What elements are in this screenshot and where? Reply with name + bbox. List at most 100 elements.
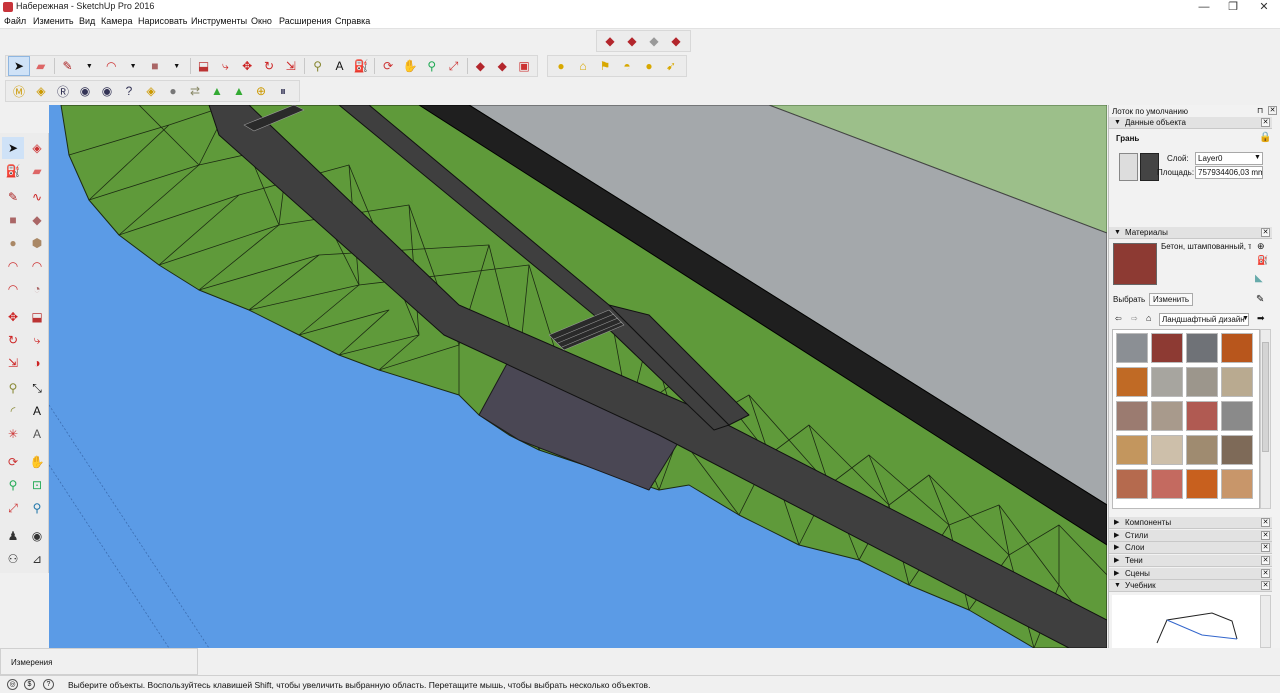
protractor-icon[interactable]: ◜ <box>2 400 24 422</box>
plugin-r-icon[interactable]: Ⓡ <box>52 81 74 101</box>
zoom-extents-icon[interactable]: ⤢ <box>443 56 465 76</box>
orbit-icon[interactable]: ⟳ <box>2 451 24 473</box>
panel-close-icon[interactable]: ✕ <box>1261 518 1270 527</box>
material-swatch[interactable] <box>1116 435 1148 465</box>
paint-bucket-icon[interactable]: ⛽ <box>350 56 372 76</box>
panel-close-icon[interactable]: ✕ <box>1261 569 1270 578</box>
material-swatch[interactable] <box>1116 401 1148 431</box>
menu-draw[interactable]: Нарисовать <box>138 16 187 26</box>
pan-hand-icon[interactable]: ✋ <box>26 451 48 473</box>
text-label-icon[interactable]: A <box>329 56 351 76</box>
tab-edit[interactable]: Изменить <box>1149 293 1194 306</box>
material-swatch[interactable] <box>1116 333 1148 363</box>
menu-window[interactable]: Окно <box>251 16 272 26</box>
select-arrow-icon[interactable]: ➤ <box>2 137 24 159</box>
help-question-icon[interactable]: ? <box>43 679 54 690</box>
menu-camera[interactable]: Камера <box>101 16 132 26</box>
home-icon[interactable]: ⌂ <box>1146 313 1151 323</box>
offset-icon[interactable]: ◑ <box>26 352 48 374</box>
material-swatch[interactable] <box>1186 367 1218 397</box>
eraser-icon[interactable]: ▰ <box>30 56 52 76</box>
layout-send-icon[interactable]: ▣ <box>513 56 535 76</box>
minimize-button[interactable]: — <box>1190 0 1218 14</box>
zoom-icon[interactable]: ⚲ <box>2 474 24 496</box>
menu-file[interactable]: Файл <box>4 16 26 26</box>
lock-icon[interactable]: 🔒 <box>1259 132 1271 143</box>
rectangle-icon[interactable]: ■ <box>144 56 166 76</box>
menu-view[interactable]: Вид <box>79 16 95 26</box>
dome-icon[interactable]: ◓ <box>616 56 638 76</box>
instructor-scrollbar[interactable] <box>1260 595 1271 648</box>
material-name[interactable]: Бетон, штампованный, те <box>1159 241 1251 254</box>
eyedropper-icon[interactable]: ✎ <box>1256 294 1264 305</box>
dropdown-arrow-icon[interactable]: ▼ <box>166 56 188 76</box>
layer-select[interactable]: Layer0 <box>1195 152 1263 165</box>
paint-bucket-icon[interactable]: ⛽ <box>2 160 24 182</box>
model-viewport[interactable] <box>49 105 1107 648</box>
dropdown-arrow-icon[interactable]: ▼ <box>78 56 100 76</box>
previous-view-icon[interactable]: ⚲ <box>26 497 48 519</box>
front-face-swatch[interactable] <box>1119 153 1138 181</box>
push-pull-icon[interactable]: ⬓ <box>193 56 215 76</box>
tab-select[interactable]: Выбрать <box>1113 295 1145 304</box>
materials-header[interactable]: ▼ Материалы ✕ <box>1109 227 1272 239</box>
zoom-window-icon[interactable]: ⊡ <box>26 474 48 496</box>
entity-info-header[interactable]: ▼ Данные объекта ✕ <box>1109 117 1272 129</box>
location-pin-icon[interactable]: ⌂ <box>572 56 594 76</box>
extension-warehouse-icon[interactable]: ◆ <box>665 31 687 51</box>
material-swatch[interactable] <box>1221 333 1253 363</box>
plugin-terrain2-icon[interactable]: ▲ <box>228 81 250 101</box>
material-swatch[interactable] <box>1221 367 1253 397</box>
rotate-icon[interactable]: ↻ <box>2 329 24 351</box>
position-camera-icon[interactable]: ♟ <box>2 525 24 547</box>
dimension-icon[interactable]: ⤡ <box>26 377 48 399</box>
follow-me-icon[interactable]: ⤷ <box>214 56 236 76</box>
select-arrow-icon[interactable]: ➤ <box>8 56 30 76</box>
push-pull-icon[interactable]: ⬓ <box>26 306 48 328</box>
arrow-shape-icon[interactable]: ➹ <box>660 56 682 76</box>
scale-icon[interactable]: ⇲ <box>2 352 24 374</box>
components-panel-header[interactable]: ▶ Компоненты ✕ <box>1109 517 1272 529</box>
material-swatch[interactable] <box>1186 435 1218 465</box>
plugin-br-icon[interactable]: ◉ <box>96 81 118 101</box>
rotate-icon[interactable]: ↻ <box>258 56 280 76</box>
plugin-rt-icon[interactable]: ◉ <box>74 81 96 101</box>
panel-close-icon[interactable]: ✕ <box>1261 581 1270 590</box>
material-swatch[interactable] <box>1116 469 1148 499</box>
pan-hand-icon[interactable]: ✋ <box>399 56 421 76</box>
menu-extensions[interactable]: Расширения <box>279 16 331 26</box>
line-pencil-icon[interactable]: ✎ <box>2 186 24 208</box>
arc-icon[interactable]: ◠ <box>100 56 122 76</box>
plugin-target-icon[interactable]: ⊕ <box>250 81 272 101</box>
material-swatch[interactable] <box>1151 435 1183 465</box>
chevron-down-icon[interactable]: ▼ <box>1242 315 1249 322</box>
share-component-icon[interactable]: ◆ <box>643 31 665 51</box>
create-material-icon[interactable]: ⊕ <box>1257 241 1265 252</box>
material-swatch[interactable] <box>1186 333 1218 363</box>
menu-tools[interactable]: Инструменты <box>191 16 247 26</box>
make-component-icon[interactable]: ◈ <box>26 137 48 159</box>
rectangle-icon[interactable]: ■ <box>2 209 24 231</box>
paint-bucket-icon[interactable]: ⛽ <box>1257 255 1268 266</box>
dropdown-arrow-icon[interactable]: ▼ <box>122 56 144 76</box>
orbit-icon[interactable]: ⟳ <box>377 56 399 76</box>
instructor-panel-header[interactable]: ▼ Учебник ✕ <box>1109 580 1272 592</box>
pin-icon[interactable]: ⊓ <box>1257 107 1265 115</box>
walk-footprints-icon[interactable]: ⚇ <box>2 548 24 570</box>
3d-text-icon[interactable]: A <box>26 423 48 445</box>
pie-icon[interactable]: ◔ <box>26 278 48 300</box>
tape-measure-icon[interactable]: ⚲ <box>307 56 329 76</box>
eraser-icon[interactable]: ▰ <box>26 160 48 182</box>
plugin-sphere-icon[interactable]: ● <box>162 81 184 101</box>
plugin-m-icon[interactable]: Ⓜ <box>8 81 30 101</box>
panel-close-icon[interactable]: ✕ <box>1261 228 1270 237</box>
material-swatch[interactable] <box>1151 401 1183 431</box>
material-swatch[interactable] <box>1151 333 1183 363</box>
layers-panel-header[interactable]: ▶ Слои ✕ <box>1109 542 1272 554</box>
plugin-terrain-icon[interactable]: ▲ <box>206 81 228 101</box>
arc-icon[interactable]: ◠ <box>2 255 24 277</box>
sample-paint-icon[interactable]: ◣ <box>1255 273 1263 284</box>
library-select[interactable]: Ландшафтный дизайн <box>1159 313 1249 326</box>
circle-icon[interactable]: ● <box>2 232 24 254</box>
text-label-icon[interactable]: A <box>26 400 48 422</box>
